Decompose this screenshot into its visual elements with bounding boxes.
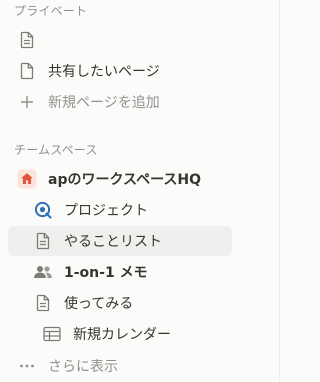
sidebar-item-label: 1-on-1 メモ: [64, 265, 148, 281]
sidebar-item-label: さらに表示: [48, 359, 118, 375]
plus-icon: [16, 91, 38, 113]
more-icon: [16, 355, 38, 377]
section-label-teamspace[interactable]: チームスペース: [14, 141, 98, 158]
sidebar-item-label: 共有したいページ: [48, 64, 160, 80]
page-icon: [32, 230, 54, 252]
target-icon: [32, 199, 54, 221]
page-icon: [16, 60, 38, 82]
sidebar-border: [279, 0, 280, 382]
add-page-button[interactable]: 新規ページを追加: [8, 87, 232, 117]
sidebar-item-label: やることリスト: [64, 234, 162, 250]
sidebar: プライベート 共有したいページ 新規ページを追加 チームスペース apのワークス…: [0, 0, 280, 382]
sidebar-item-label: 新規カレンダー: [73, 327, 171, 343]
table-icon: [41, 323, 63, 345]
sidebar-item-label: apのワークスペースHQ: [48, 172, 201, 188]
sidebar-item-one-on-one[interactable]: 1-on-1 メモ: [8, 257, 232, 287]
home-icon: [16, 168, 38, 190]
sidebar-item-label: 新規ページを追加: [48, 95, 160, 111]
sidebar-item-new-calendar[interactable]: 新規カレンダー: [8, 319, 232, 349]
sidebar-item-getting-started[interactable]: 使ってみる: [8, 288, 232, 318]
people-icon: [32, 261, 54, 283]
page-icon: [16, 29, 38, 51]
sidebar-item-label: プロジェクト: [64, 203, 148, 219]
sidebar-item-label: 使ってみる: [64, 296, 134, 312]
show-more-button[interactable]: さらに表示: [8, 351, 232, 381]
page-icon: [32, 292, 54, 314]
sidebar-item-projects[interactable]: プロジェクト: [8, 195, 232, 225]
sidebar-item-workspace-hq[interactable]: apのワークスペースHQ: [8, 164, 232, 194]
sidebar-item-shared-page[interactable]: 共有したいページ: [8, 56, 232, 86]
section-label-private[interactable]: プライベート: [14, 2, 87, 19]
sidebar-item-todo-list[interactable]: やることリスト: [8, 226, 232, 256]
sidebar-item-untitled[interactable]: [8, 25, 232, 55]
